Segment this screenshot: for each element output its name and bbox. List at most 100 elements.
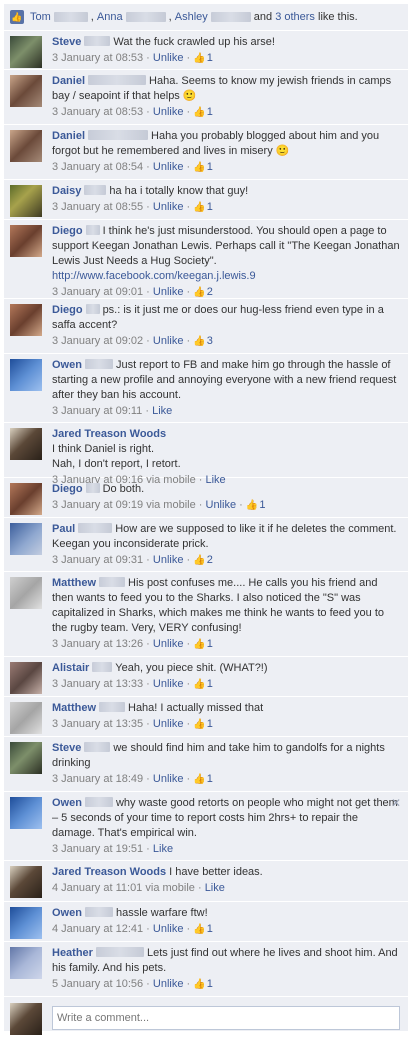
avatar[interactable] [10,185,42,217]
commenter-name-link[interactable]: Owen [52,797,82,809]
commenter-name-link[interactable]: Owen [52,359,82,371]
comment-timestamp[interactable]: 3 January at 08:54 [52,161,143,173]
redacted-name [53,12,88,22]
avatar[interactable] [10,947,42,979]
comment-meta: 3 January at 13:26 · Unlike · 👍1 [52,637,400,652]
comment-timestamp[interactable]: 3 January at 13:35 [52,718,143,730]
comment-timestamp[interactable]: 3 January at 08:53 [52,106,143,118]
commenter-name-link[interactable]: Owen [52,907,82,919]
separator: · [183,286,194,298]
commenter-name-link[interactable]: Daniel [52,75,85,87]
commenter-name-link[interactable]: Matthew [52,577,96,589]
avatar[interactable] [10,483,42,515]
like-count[interactable]: 👍2 [193,286,213,298]
avatar[interactable] [10,36,42,68]
like-count[interactable]: 👍2 [193,554,213,566]
like-count[interactable]: 👍1 [246,499,266,511]
comment-timestamp[interactable]: 4 January at 12:41 [52,923,143,935]
close-icon[interactable]: ✕ [391,796,401,810]
avatar[interactable] [10,75,42,107]
like-count[interactable]: 👍1 [193,718,213,730]
separator: · [183,554,194,566]
liker-link-1[interactable]: Tom [30,11,51,23]
comment-timestamp[interactable]: 3 January at 09:01 [52,286,143,298]
like-count[interactable]: 👍1 [193,978,213,990]
comment-timestamp[interactable]: 3 January at 08:55 [52,201,143,213]
comment-timestamp[interactable]: 3 January at 18:49 [52,773,143,785]
like-count[interactable]: 👍1 [193,923,213,935]
avatar[interactable] [10,359,42,391]
unlike-button[interactable]: Unlike [153,335,184,347]
avatar[interactable] [10,702,42,734]
comment-timestamp[interactable]: 3 January at 09:19 [52,499,143,511]
unlike-button[interactable]: Unlike [153,923,184,935]
commenter-name-link[interactable]: Daniel [52,130,85,142]
like-count-number: 1 [206,678,213,690]
like-count[interactable]: 👍1 [193,678,213,690]
commenter-name-link[interactable]: Diego [52,225,83,237]
comment-input[interactable] [52,1006,400,1030]
like-count[interactable]: 👍1 [193,106,213,118]
avatar[interactable] [10,866,42,898]
unlike-button[interactable]: Unlike [153,718,184,730]
unlike-button[interactable]: Unlike [153,161,184,173]
comment-item: Owen hassle warfare ftw! 4 January at 12:4… [4,902,408,942]
unlike-button[interactable]: Unlike [153,52,184,64]
like-button[interactable]: Like [152,405,172,417]
commenter-name-link[interactable]: Daisy [52,185,81,197]
avatar[interactable] [10,907,42,939]
comment-timestamp[interactable]: 3 January at 08:53 [52,52,143,64]
avatar[interactable] [10,662,42,694]
avatar[interactable] [10,577,42,609]
commenter-name-link[interactable]: Paul [52,523,75,535]
unlike-button[interactable]: Unlike [153,678,184,690]
unlike-button[interactable]: Unlike [153,554,184,566]
comment-timestamp[interactable]: 3 January at 13:26 [52,638,143,650]
commenter-name-link[interactable]: Steve [52,742,81,754]
like-count[interactable]: 👍1 [193,52,213,64]
like-count[interactable]: 👍1 [193,161,213,173]
commenter-name-link[interactable]: Steve [52,36,81,48]
like-count[interactable]: 👍1 [193,201,213,213]
like-count[interactable]: 👍1 [193,773,213,785]
avatar[interactable] [10,130,42,162]
commenter-name-link[interactable]: Alistair [52,662,89,674]
avatar[interactable] [10,523,42,555]
unlike-button[interactable]: Unlike [153,286,184,298]
avatar[interactable] [10,797,42,829]
comment-timestamp[interactable]: 3 January at 19:51 [52,843,143,855]
avatar[interactable] [10,225,42,257]
unlike-button[interactable]: Unlike [153,201,184,213]
like-button[interactable]: Like [205,882,225,894]
thumbs-up-icon: 👍 [193,639,206,650]
comment-timestamp[interactable]: 5 January at 10:56 [52,978,143,990]
commenter-name-link[interactable]: Diego [52,304,83,316]
commenter-name-link[interactable]: Diego [52,483,83,495]
liker-link-2[interactable]: Anna [97,11,123,23]
liker-link-3[interactable]: Ashley [175,11,208,23]
comment-timestamp[interactable]: 3 January at 09:11 [52,405,142,417]
unlike-button[interactable]: Unlike [153,773,184,785]
unlike-button[interactable]: Unlike [153,638,184,650]
like-count[interactable]: 👍3 [193,335,213,347]
avatar[interactable] [10,742,42,774]
comment-timestamp[interactable]: 4 January at 11:01 [52,882,142,894]
comment-timestamp[interactable]: 3 January at 13:33 [52,678,143,690]
comment-timestamp[interactable]: 3 January at 09:31 [52,554,143,566]
comment-body: Diego Do both. [52,482,400,497]
comment-link[interactable]: http://www.facebook.com/keegan.j.lewis.9 [52,270,256,282]
commenter-name-link[interactable]: Matthew [52,702,96,714]
commenter-name-link[interactable]: Jared Treason Woods [52,428,166,440]
unlike-button[interactable]: Unlike [153,978,184,990]
unlike-button[interactable]: Unlike [153,106,184,118]
like-count[interactable]: 👍1 [193,638,213,650]
others-link[interactable]: 3 others [275,11,315,23]
unlike-button[interactable]: Unlike [206,499,237,511]
avatar[interactable] [10,428,42,460]
commenter-name-link[interactable]: Jared Treason Woods [52,866,166,878]
commenter-name-link[interactable]: Heather [52,947,93,959]
like-button[interactable]: Like [153,843,173,855]
redacted-surname [99,702,125,712]
avatar[interactable] [10,304,42,336]
comment-timestamp[interactable]: 3 January at 09:02 [52,335,143,347]
